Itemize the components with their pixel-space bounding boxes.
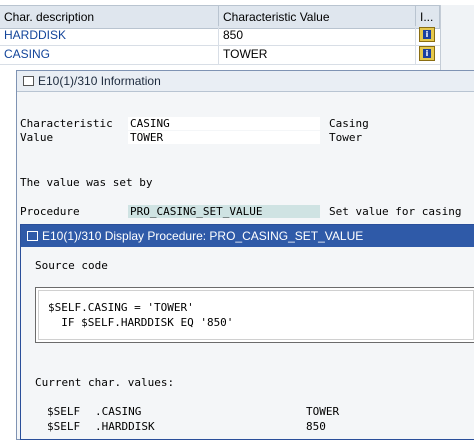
info-icon[interactable]: i [419,27,435,42]
characteristic-label: Characteristic [20,117,113,130]
current-values-label: Current char. values: [35,376,175,389]
column-header-info[interactable]: I... [416,6,440,28]
column-header-char-description[interactable]: Char. description [0,6,219,28]
source-code-inner [38,290,474,340]
characteristic-field: CASING [128,117,320,130]
display-procedure-dialog: E10(1)/310 Display Procedure: PRO_CASING… [20,224,474,440]
source-code-label: Source code [35,259,108,272]
characteristic-text: Casing [329,117,369,130]
characteristic-value-cell[interactable]: 850 [219,26,416,45]
info-icon[interactable]: i [419,46,435,61]
char-description-cell[interactable]: HARDDISK [0,26,219,45]
current-value-object: $SELF [47,420,81,433]
current-value-char: .HARDDISK [95,420,155,433]
characteristic-value-cell[interactable]: TOWER [219,45,416,64]
current-value-char: .CASING [95,405,142,418]
value-field: TOWER [128,131,320,144]
window-icon [23,76,34,86]
procedure-text: Set value for casing [329,205,462,218]
source-code-box[interactable]: $SELF.CASING = 'TOWER' IF $SELF.HARDDISK… [35,287,474,343]
current-value-object: $SELF [47,405,81,418]
char-description-cell[interactable]: CASING [0,45,219,64]
set-by-text: The value was set by [20,176,153,189]
code-line: $SELF.CASING = 'TOWER' [48,301,194,314]
procedure-field[interactable]: PRO_CASING_SET_VALUE [128,205,320,218]
value-label: Value [20,131,54,144]
information-dialog-title: E10(1)/310 Information [38,74,161,88]
table-row[interactable]: HARDDISK 850 i [0,26,474,46]
display-procedure-title-bar[interactable]: E10(1)/310 Display Procedure: PRO_CASING… [21,225,474,247]
display-procedure-body: Source code $SELF.CASING = 'TOWER' IF $S… [21,247,474,439]
current-value-value: TOWER [306,405,340,418]
information-dialog-title-bar[interactable]: E10(1)/310 Information [17,71,474,92]
window-icon [27,231,38,241]
table-row[interactable]: CASING TOWER i [0,45,474,65]
column-header-characteristic-value[interactable]: Characteristic Value [219,6,416,28]
current-value-value: 850 [306,420,326,433]
display-procedure-title: E10(1)/310 Display Procedure: PRO_CASING… [42,229,364,243]
code-line: IF $SELF.HARDDISK EQ '850' [48,316,234,329]
value-text: Tower [329,131,363,144]
procedure-label: Procedure [20,205,80,218]
